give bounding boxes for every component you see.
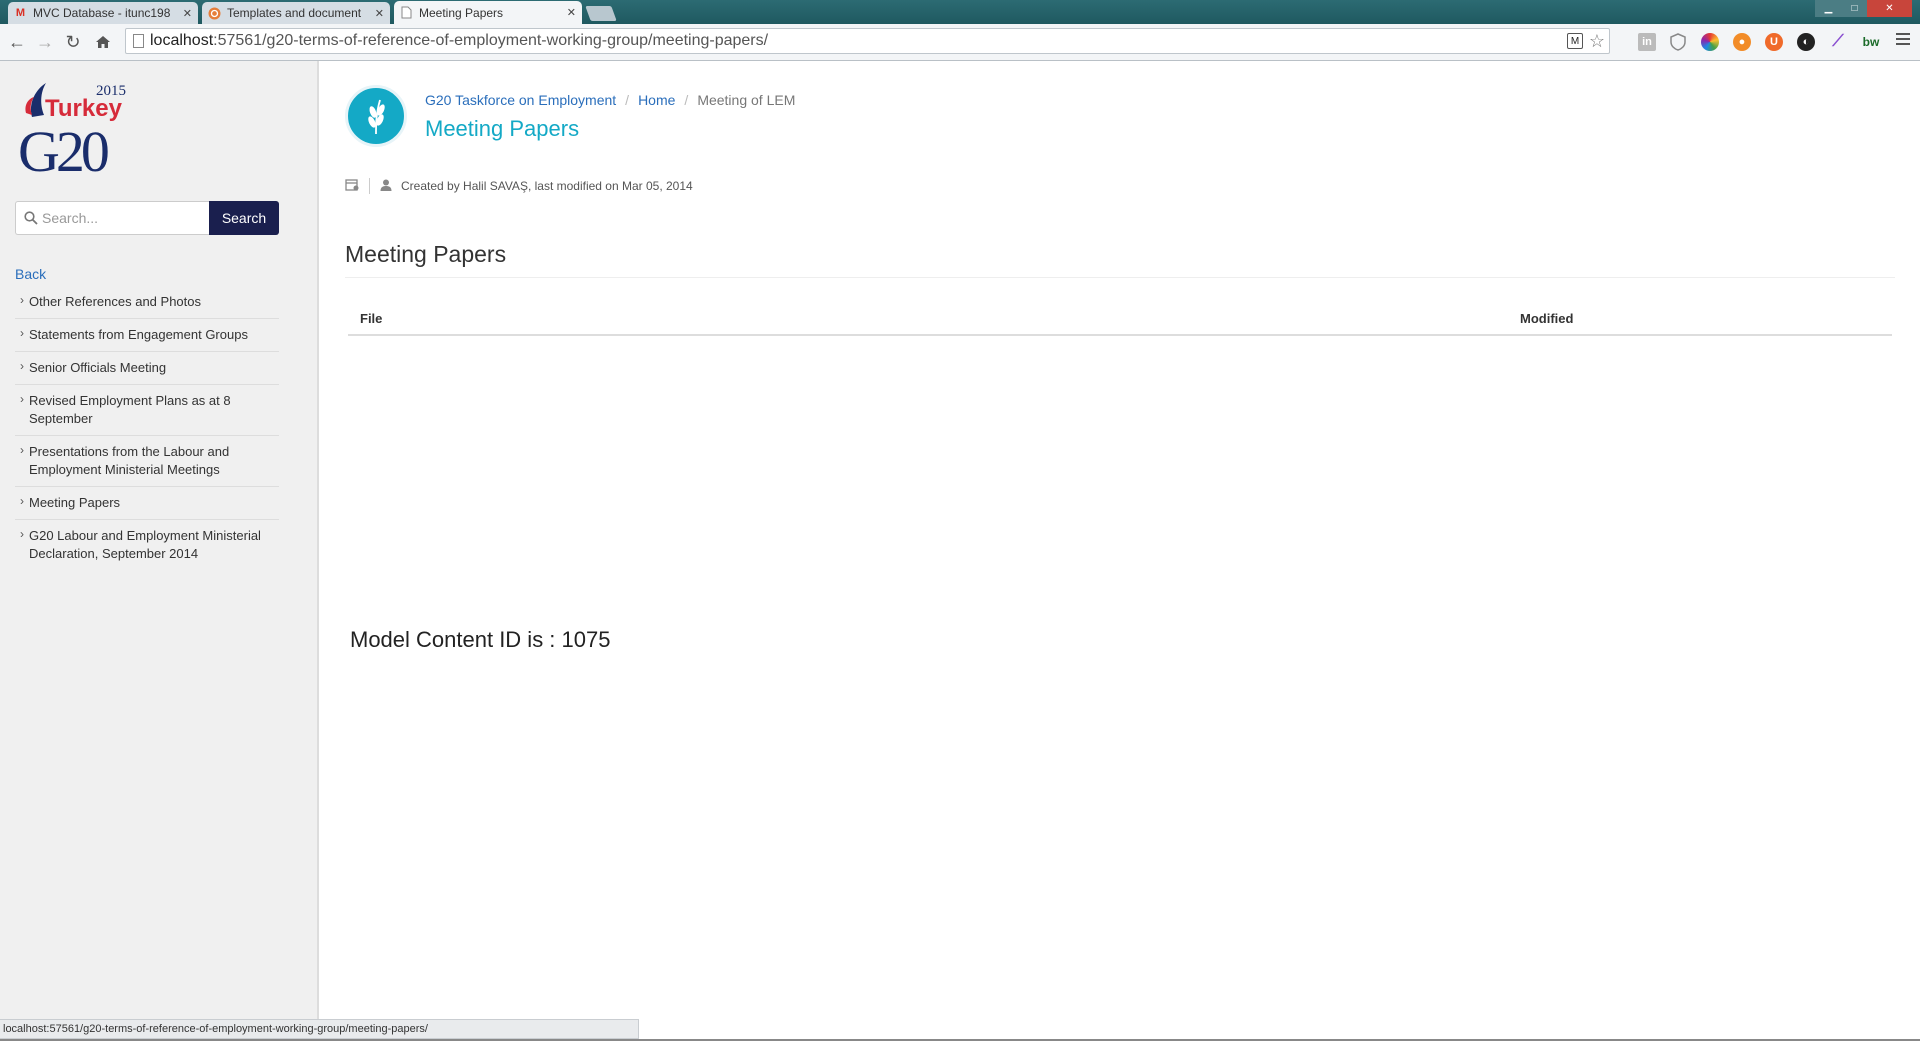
address-bar[interactable]: localhost:57561/g20-terms-of-reference-o… [125,28,1610,54]
chevron-right-icon: › [20,443,24,457]
sidebar-item-other-references[interactable]: › Other References and Photos [15,286,279,319]
bookmark-star-icon[interactable]: ☆ [1589,29,1605,53]
section-divider [345,277,1895,278]
sidebar-item-presentations[interactable]: › Presentations from the Labour and Emplo… [15,436,279,487]
umbraco-icon [208,7,221,20]
forward-arrow-icon[interactable]: → [35,32,55,52]
tab-meeting-papers[interactable]: Meeting Papers ✕ [394,1,582,24]
sidebar-item-label[interactable]: Senior Officials Meeting [29,359,279,377]
chevron-right-icon: › [20,326,24,340]
meta-text: Created by Halil SAVAŞ, last modified on… [401,179,693,193]
files-table: File Modified [348,303,1892,336]
sidebar-item-label[interactable]: Meeting Papers [29,494,279,512]
sidebar-item-revised-plans[interactable]: › Revised Employment Plans as at 8 Septem… [15,385,279,436]
close-icon[interactable]: ✕ [567,6,576,19]
breadcrumb-separator: / [625,92,630,108]
extension-dark-circle-icon[interactable]: ◐ [1797,33,1815,51]
sidebar-item-label[interactable]: Other References and Photos [29,293,279,311]
breadcrumb-current: Meeting of LEM [697,92,796,108]
tab-templates[interactable]: Templates and document ✕ [202,2,390,24]
column-header-file[interactable]: File [348,303,1508,336]
address-host: localhost [150,32,214,49]
maximize-icon[interactable]: □ [1842,0,1867,17]
breadcrumb-space[interactable]: G20 Taskforce on Employment [425,92,616,108]
chevron-right-icon: › [20,293,24,307]
page-metadata: Created by Halil SAVAŞ, last modified on… [345,178,693,194]
extension-feather-icon[interactable]: ⟋ [1829,33,1847,51]
sidebar-item-declaration[interactable]: › G20 Labour and Employment Ministerial D… [15,520,279,570]
status-bar: localhost:57561/g20-terms-of-reference-o… [0,1019,639,1039]
close-icon[interactable]: ✕ [375,7,384,20]
chevron-right-icon: › [20,527,24,541]
tab-title: Meeting Papers [419,5,504,20]
meta-divider [369,178,370,194]
g20-turkey-logo[interactable]: 2015 Turkey G20 [18,75,138,184]
wheat-icon [368,99,385,135]
reader-mode-icon[interactable]: M [1567,33,1583,49]
sidebar-item-label[interactable]: Revised Employment Plans as at 8 Septemb… [29,392,279,428]
search-button[interactable]: Search [209,201,279,235]
new-tab-button[interactable] [585,6,617,21]
extension-ubuntu-icon[interactable]: U [1765,33,1783,51]
sidebar-item-label[interactable]: G20 Labour and Employment Ministerial De… [29,527,279,563]
browser-toolbar: ← → ↻ localhost:57561/g20-terms-of-refer… [0,24,1920,61]
address-path: :57561/g20-terms-of-reference-of-employm… [213,32,769,49]
window-controls: ▁ □ ✕ [1815,0,1912,17]
close-window-icon[interactable]: ✕ [1867,0,1912,17]
page-title: Meeting Papers [425,116,580,141]
close-icon[interactable]: ✕ [183,7,192,20]
search-icon [24,211,38,230]
tab-gmail[interactable]: M MVC Database - itunc198 ✕ [8,2,198,24]
extension-linkedin-icon[interactable]: in [1638,33,1656,51]
sidebar-item-senior-officials[interactable]: › Senior Officials Meeting [15,352,279,385]
sidebar-nav: › Other References and Photos › Statements… [15,286,279,570]
logo-country: Turkey [45,95,123,122]
back-arrow-icon[interactable]: ← [7,32,27,52]
page-icon [133,34,144,48]
breadcrumb-home[interactable]: Home [638,92,675,108]
table-header-row: File Modified [348,303,1892,336]
model-content-id: Model Content ID is : 1075 [350,627,611,652]
page-restrictions-icon[interactable] [345,178,359,194]
sidebar-item-statements[interactable]: › Statements from Engagement Groups [15,319,279,352]
space-logo[interactable] [345,85,407,147]
breadcrumb-separator: / [684,92,689,108]
user-icon [380,179,392,194]
search-box [15,201,210,235]
sidebar-item-label[interactable]: Presentations from the Labour and Employ… [29,443,279,479]
logo-mark: G20 [18,119,108,175]
breadcrumb: G20 Taskforce on Employment / Home / Mee… [425,92,795,108]
menu-icon[interactable] [1896,33,1910,48]
section-title: Meeting Papers [345,241,507,267]
page-icon [400,6,413,19]
extension-bw-icon[interactable]: bw [1859,33,1883,51]
tab-title: MVC Database - itunc198 [33,6,171,20]
tab-title: Templates and document [227,6,362,20]
gmail-icon: M [15,7,26,19]
minimize-icon[interactable]: ▁ [1815,0,1842,17]
browser-tab-strip: M MVC Database - itunc198 ✕ Templates an… [0,0,1920,24]
sidebar-item-label[interactable]: Statements from Engagement Groups [29,326,279,344]
chevron-right-icon: › [20,359,24,373]
column-header-modified[interactable]: Modified [1508,303,1892,336]
back-link[interactable]: Back [15,266,46,282]
home-icon[interactable] [93,32,113,52]
reload-icon[interactable]: ↻ [63,32,83,52]
extension-color-picker-icon[interactable] [1701,33,1719,51]
extension-orange-icon[interactable]: ● [1733,33,1751,51]
chevron-right-icon: › [20,494,24,508]
chevron-right-icon: › [20,392,24,406]
sidebar: 2015 Turkey G20 Search Back › Other Refer… [0,61,319,1041]
extension-shield-icon[interactable] [1669,33,1687,51]
sidebar-item-meeting-papers[interactable]: › Meeting Papers [15,487,279,520]
search-form: Search [15,201,279,235]
search-input[interactable] [42,202,202,234]
main-content: G20 Taskforce on Employment / Home / Mee… [321,61,1920,1041]
